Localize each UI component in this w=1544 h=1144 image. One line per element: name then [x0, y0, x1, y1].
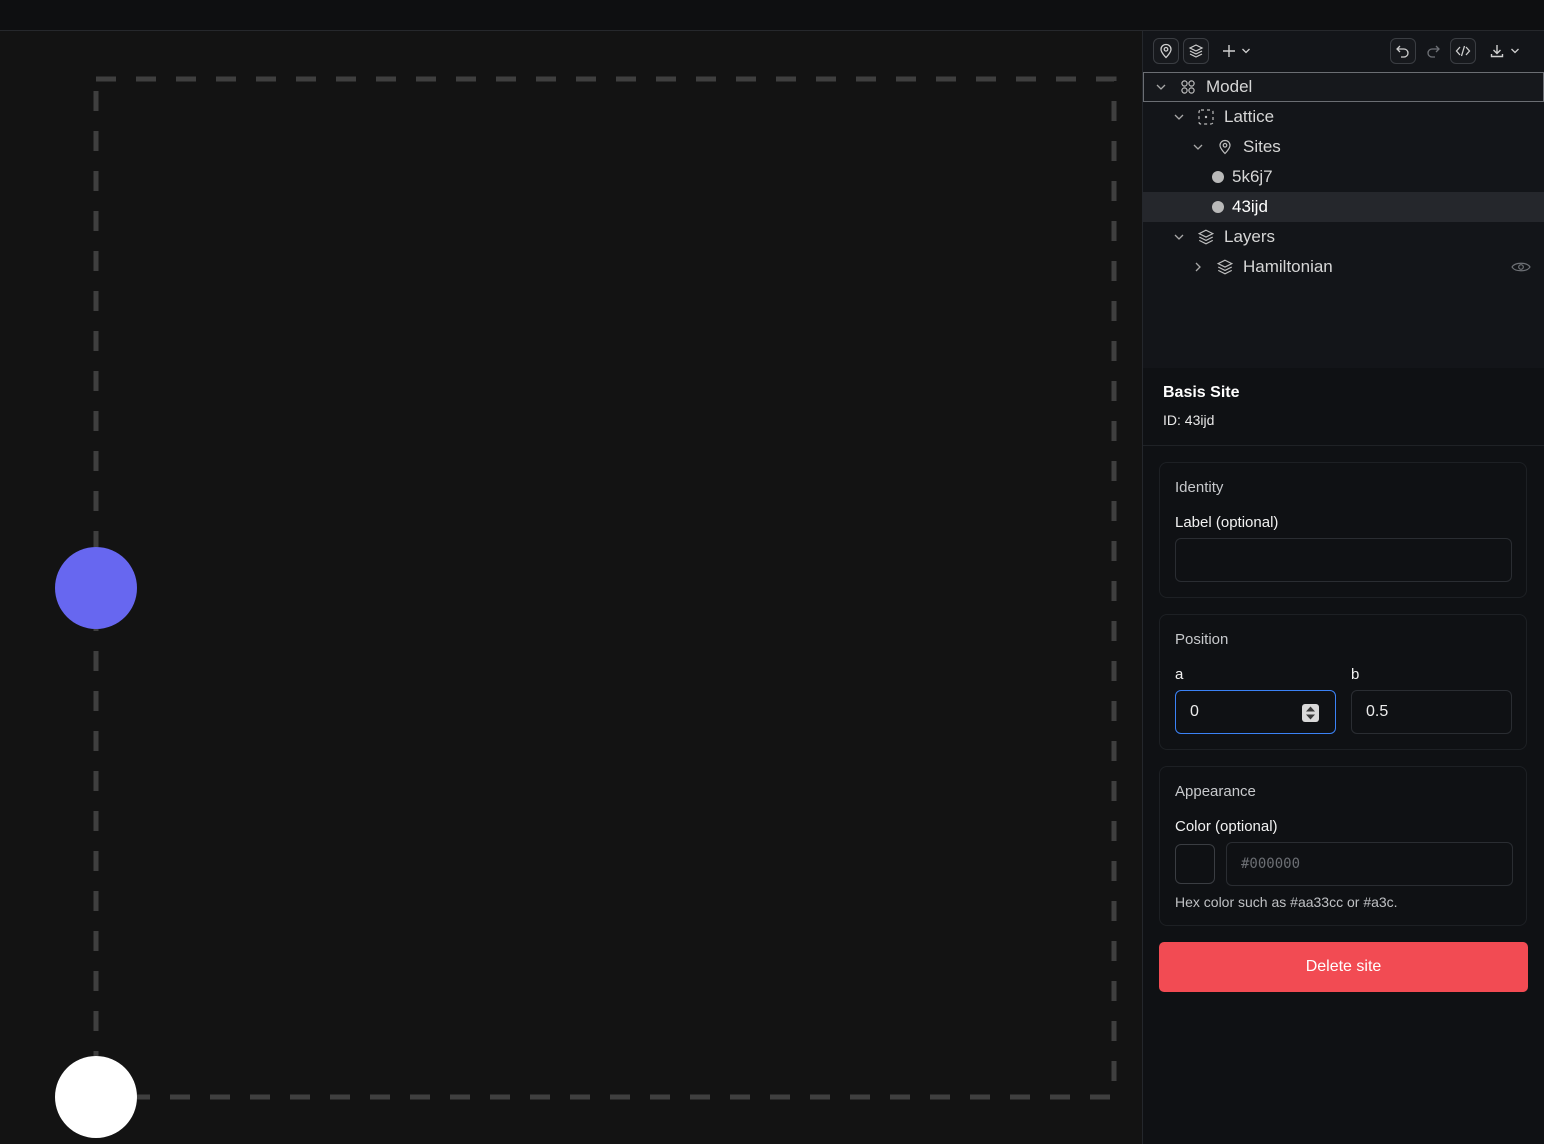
position-b-value: 0.5	[1366, 703, 1389, 720]
position-card: Position a b 0 0.5	[1159, 614, 1527, 750]
card-title: Identity	[1175, 479, 1224, 496]
plus-icon	[1221, 43, 1237, 59]
tree-item-label: Hamiltonian	[1243, 257, 1333, 276]
layers-icon	[1196, 227, 1216, 247]
inspector-header: Basis Site ID: 43ijd	[1143, 368, 1544, 446]
a-field-label: a	[1175, 666, 1184, 683]
inspector-panel: Basis Site ID: 43ijd Identity Label (opt…	[1143, 368, 1544, 1144]
position-a-value: 0	[1190, 703, 1199, 720]
redo-icon	[1424, 43, 1442, 59]
tree-item-label: Model	[1206, 77, 1253, 96]
tree-item-label: 5k6j7	[1232, 167, 1273, 186]
chevron-right-icon[interactable]	[1191, 260, 1205, 274]
layers-tool-button[interactable]	[1183, 38, 1209, 64]
unit-cell-border	[93, 76, 1117, 1100]
undo-icon	[1395, 43, 1411, 59]
sites-tool-button[interactable]	[1153, 38, 1179, 64]
layers-icon	[1215, 257, 1235, 277]
color-field-label: Color (optional)	[1175, 818, 1278, 835]
lattice-drawing[interactable]	[0, 31, 1142, 1144]
color-hex-input[interactable]: #000000	[1226, 842, 1513, 886]
chevron-down-icon	[1241, 46, 1251, 56]
inspector-title: Basis Site	[1163, 384, 1240, 401]
code-view-button[interactable]	[1450, 38, 1476, 64]
eye-icon[interactable]	[1511, 257, 1531, 277]
site-5k6j7-node[interactable]	[55, 1056, 137, 1138]
lattice-icon	[1196, 107, 1216, 127]
position-a-input[interactable]: 0	[1175, 690, 1336, 734]
chevron-down-icon[interactable]	[1191, 140, 1205, 154]
card-title: Position	[1175, 631, 1229, 648]
undo-button[interactable]	[1390, 38, 1416, 64]
delete-site-button[interactable]: Delete site	[1159, 942, 1528, 992]
redo-button[interactable]	[1424, 38, 1442, 64]
chevron-down-icon	[1510, 46, 1520, 56]
layers-icon	[1188, 43, 1204, 59]
download-icon	[1489, 43, 1505, 59]
site-id-text: ID: 43ijd	[1163, 412, 1215, 428]
site-43ijd-node[interactable]	[55, 547, 137, 629]
grid-icon	[1178, 77, 1198, 97]
tree-item-label: Lattice	[1224, 107, 1275, 126]
chevron-down-icon[interactable]	[1172, 230, 1186, 244]
tree-item-label: Layers	[1224, 227, 1276, 246]
color-hint-text: Hex color such as #aa33cc or #a3c.	[1175, 894, 1398, 910]
position-b-input[interactable]: 0.5	[1351, 690, 1512, 734]
lattice-canvas[interactable]	[0, 31, 1142, 1144]
tree-item-label: 43ijd	[1232, 197, 1268, 216]
map-pin-icon	[1215, 137, 1235, 157]
label-input[interactable]	[1175, 538, 1512, 582]
map-pin-icon	[1158, 43, 1174, 59]
sidebar: Model Lattice Sites 5k6j7 43ijd Layers H…	[1142, 31, 1544, 1144]
top-bar	[0, 0, 1544, 31]
site-dot-icon	[1212, 201, 1224, 213]
download-menu-button[interactable]	[1489, 38, 1520, 64]
color-swatch-picker[interactable]	[1175, 844, 1215, 884]
tree-item-layers[interactable]: Layers	[1143, 222, 1544, 252]
tree-item-hamiltonian[interactable]: Hamiltonian	[1143, 252, 1544, 282]
chevron-down-icon[interactable]	[1172, 110, 1186, 124]
tree-item-site-43ijd[interactable]: 43ijd	[1143, 192, 1544, 222]
identity-card: Identity Label (optional)	[1159, 462, 1527, 598]
tree-item-label: Sites	[1243, 137, 1281, 156]
appearance-card: Appearance Color (optional) #000000 Hex …	[1159, 766, 1527, 926]
add-menu-button[interactable]	[1221, 38, 1251, 64]
chevron-down-icon[interactable]	[1154, 80, 1168, 94]
code-icon	[1455, 43, 1471, 59]
tree-item-lattice[interactable]: Lattice	[1143, 102, 1544, 132]
tree-item-site-5k6j7[interactable]: 5k6j7	[1143, 162, 1544, 192]
tree-item-model[interactable]: Model	[1143, 72, 1544, 102]
site-dot-icon	[1212, 171, 1224, 183]
number-stepper-icon[interactable]	[1302, 704, 1319, 722]
card-title: Appearance	[1175, 783, 1256, 800]
tree-item-sites[interactable]: Sites	[1143, 132, 1544, 162]
toolbar	[1143, 31, 1544, 71]
b-field-label: b	[1351, 666, 1360, 683]
label-field-label: Label (optional)	[1175, 514, 1279, 531]
